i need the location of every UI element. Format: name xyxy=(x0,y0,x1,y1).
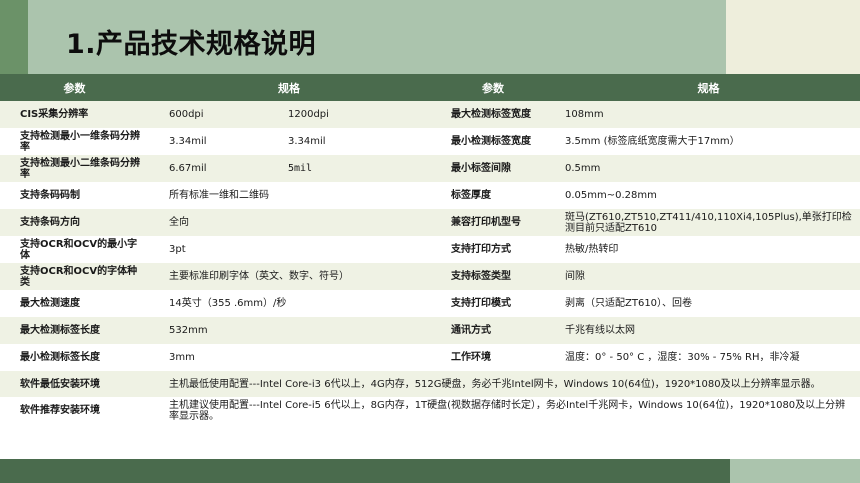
table-row: 支持条码方向 全向 兼容打印机型号 斑马(ZT610,ZT510,ZT411/4… xyxy=(0,209,860,236)
spec-value: 14英寸（355 .6mm）/秒 xyxy=(149,290,429,317)
param-name: 支持条码方向 xyxy=(0,209,149,236)
spec-value: 全向 xyxy=(149,209,429,236)
title-banner: 1.产品技术规格说明 xyxy=(0,0,860,74)
param-name: 支持打印方式 xyxy=(429,236,557,263)
spec-value: 千兆有线以太网 xyxy=(557,317,860,344)
table-row: 最大检测标签长度 532mm 通讯方式 千兆有线以太网 xyxy=(0,317,860,344)
spec-value: 600dpi xyxy=(149,101,284,128)
spec-value: 3.5mm (标签底纸宽度需大于17mm） xyxy=(557,128,860,155)
spec-value: 主要标准印刷字体（英文、数字、符号） xyxy=(149,263,429,290)
spec-value: 0.5mm xyxy=(557,155,860,182)
param-name: 支持打印模式 xyxy=(429,290,557,317)
param-name: 最大检测标签长度 xyxy=(0,317,149,344)
footer-bar-light xyxy=(730,459,860,483)
param-name: 支持OCR和OCV的最小字体 xyxy=(0,236,149,263)
spec-value: 108mm xyxy=(557,101,860,128)
spec-value: 剥离（只适配ZT610）、回卷 xyxy=(557,290,860,317)
footer-bar-dark xyxy=(0,459,730,483)
param-name: 支持OCR和OCV的字体种类 xyxy=(0,263,149,290)
param-name: 支持标签类型 xyxy=(429,263,557,290)
table-row: CIS采集分辨率 600dpi 1200dpi 最大检测标签宽度 108mm xyxy=(0,101,860,128)
spec-value: 斑马(ZT610,ZT510,ZT411/410,110Xi4,105Plus)… xyxy=(557,209,860,236)
param-name: 通讯方式 xyxy=(429,317,557,344)
table-row: 最大检测速度 14英寸（355 .6mm）/秒 支持打印模式 剥离（只适配ZT6… xyxy=(0,290,860,317)
footer-bar xyxy=(0,459,860,483)
spec-value: 3mm xyxy=(149,344,429,371)
spec-value: 主机建议使用配置---Intel Core-i5 6代以上，8G内存，1T硬盘(… xyxy=(149,397,860,424)
param-name: 最小标签间隙 xyxy=(429,155,557,182)
table-row: 软件最低安装环境 主机最低使用配置---Intel Core-i3 6代以上，4… xyxy=(0,371,860,397)
spec-value: 5mil xyxy=(284,155,429,182)
column-header-param: 参数 xyxy=(0,74,149,101)
param-name: 软件推荐安装环境 xyxy=(0,397,149,424)
column-header-param: 参数 xyxy=(429,74,557,101)
page-title: 1.产品技术规格说明 xyxy=(66,29,317,60)
spec-value: 所有标准一维和二维码 xyxy=(149,182,429,209)
param-name: CIS采集分辨率 xyxy=(0,101,149,128)
spec-value: 1200dpi xyxy=(284,101,429,128)
column-header-spec: 规格 xyxy=(557,74,860,101)
spec-value: 3pt xyxy=(149,236,429,263)
param-name: 兼容打印机型号 xyxy=(429,209,557,236)
param-name: 最小检测标签宽度 xyxy=(429,128,557,155)
param-name: 软件最低安装环境 xyxy=(0,371,149,397)
spec-value: 0.05mm~0.28mm xyxy=(557,182,860,209)
param-name: 标签厚度 xyxy=(429,182,557,209)
table-row: 支持检测最小二维条码分辨率 6.67mil 5mil 最小标签间隙 0.5mm xyxy=(0,155,860,182)
param-name: 最大检测速度 xyxy=(0,290,149,317)
param-name: 最大检测标签宽度 xyxy=(429,101,557,128)
param-name: 支持检测最小二维条码分辨率 xyxy=(0,155,149,182)
table-row: 最小检测标签长度 3mm 工作环境 温度：0° - 50° C ，湿度：30% … xyxy=(0,344,860,371)
banner-accent-right xyxy=(726,0,860,74)
spec-value: 温度：0° - 50° C ，湿度：30% - 75% RH，非冷凝 xyxy=(557,344,860,371)
spec-value: 6.67mil xyxy=(149,155,284,182)
param-name: 支持条码码制 xyxy=(0,182,149,209)
spec-value: 间隙 xyxy=(557,263,860,290)
param-name: 工作环境 xyxy=(429,344,557,371)
column-header-spec: 规格 xyxy=(149,74,429,101)
table-row: 支持条码码制 所有标准一维和二维码 标签厚度 0.05mm~0.28mm xyxy=(0,182,860,209)
spec-value: 3.34mil xyxy=(149,128,284,155)
param-name: 最小检测标签长度 xyxy=(0,344,149,371)
table-row: 支持OCR和OCV的最小字体 3pt 支持打印方式 热敏/热转印 xyxy=(0,236,860,263)
param-name: 支持检测最小一维条码分辨率 xyxy=(0,128,149,155)
spec-value: 532mm xyxy=(149,317,429,344)
table-row: 支持检测最小一维条码分辨率 3.34mil 3.34mil 最小检测标签宽度 3… xyxy=(0,128,860,155)
spec-value: 3.34mil xyxy=(284,128,429,155)
spec-table: 参数 规格 参数 规格 CIS采集分辨率 600dpi 1200dpi 最大检测… xyxy=(0,74,860,424)
spec-value: 主机最低使用配置---Intel Core-i3 6代以上，4G内存，512G硬… xyxy=(149,371,860,397)
table-row: 支持OCR和OCV的字体种类 主要标准印刷字体（英文、数字、符号） 支持标签类型… xyxy=(0,263,860,290)
spec-value: 热敏/热转印 xyxy=(557,236,860,263)
table-row: 软件推荐安装环境 主机建议使用配置---Intel Core-i5 6代以上，8… xyxy=(0,397,860,424)
banner-accent-left xyxy=(0,0,28,74)
